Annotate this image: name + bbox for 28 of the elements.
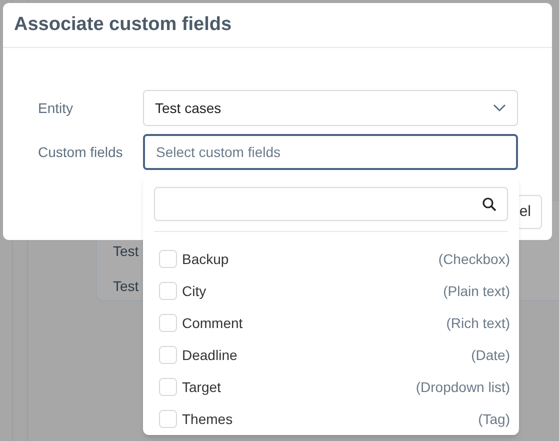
dialog-title: Associate custom fields	[14, 12, 232, 37]
checkbox[interactable]	[159, 282, 177, 300]
checkbox[interactable]	[159, 250, 177, 268]
row-text: Test	[113, 242, 139, 261]
field-label: Entity	[38, 98, 74, 118]
search-icon	[482, 196, 497, 212]
checkbox[interactable]	[159, 410, 177, 428]
entity-select[interactable]: Test cases	[143, 90, 518, 126]
checkbox[interactable]	[159, 378, 177, 396]
field-type: (Tag)	[478, 410, 510, 429]
row-text: Test	[113, 277, 139, 296]
field-type: (Dropdown list)	[416, 378, 510, 397]
checkbox[interactable]	[159, 346, 177, 364]
field-type: (Checkbox)	[438, 250, 510, 269]
field-type: (Plain text)	[443, 282, 510, 301]
checkbox[interactable]	[159, 314, 177, 332]
option-label[interactable]: Deadline	[182, 344, 472, 366]
field-type: (Date)	[471, 346, 510, 365]
field-type: (Rich text)	[446, 314, 510, 333]
field-label: Custom fields	[38, 142, 124, 162]
search-field[interactable]	[154, 187, 508, 221]
option-label[interactable]: Comment	[182, 312, 446, 334]
option-label[interactable]: Themes	[182, 408, 478, 430]
chevron-down-icon	[493, 104, 506, 112]
option-label[interactable]: Target	[182, 376, 416, 398]
custom-fields-select[interactable]: Select custom fields	[143, 134, 518, 170]
option-label[interactable]: City	[182, 280, 444, 302]
option-label[interactable]: Backup	[182, 248, 438, 270]
